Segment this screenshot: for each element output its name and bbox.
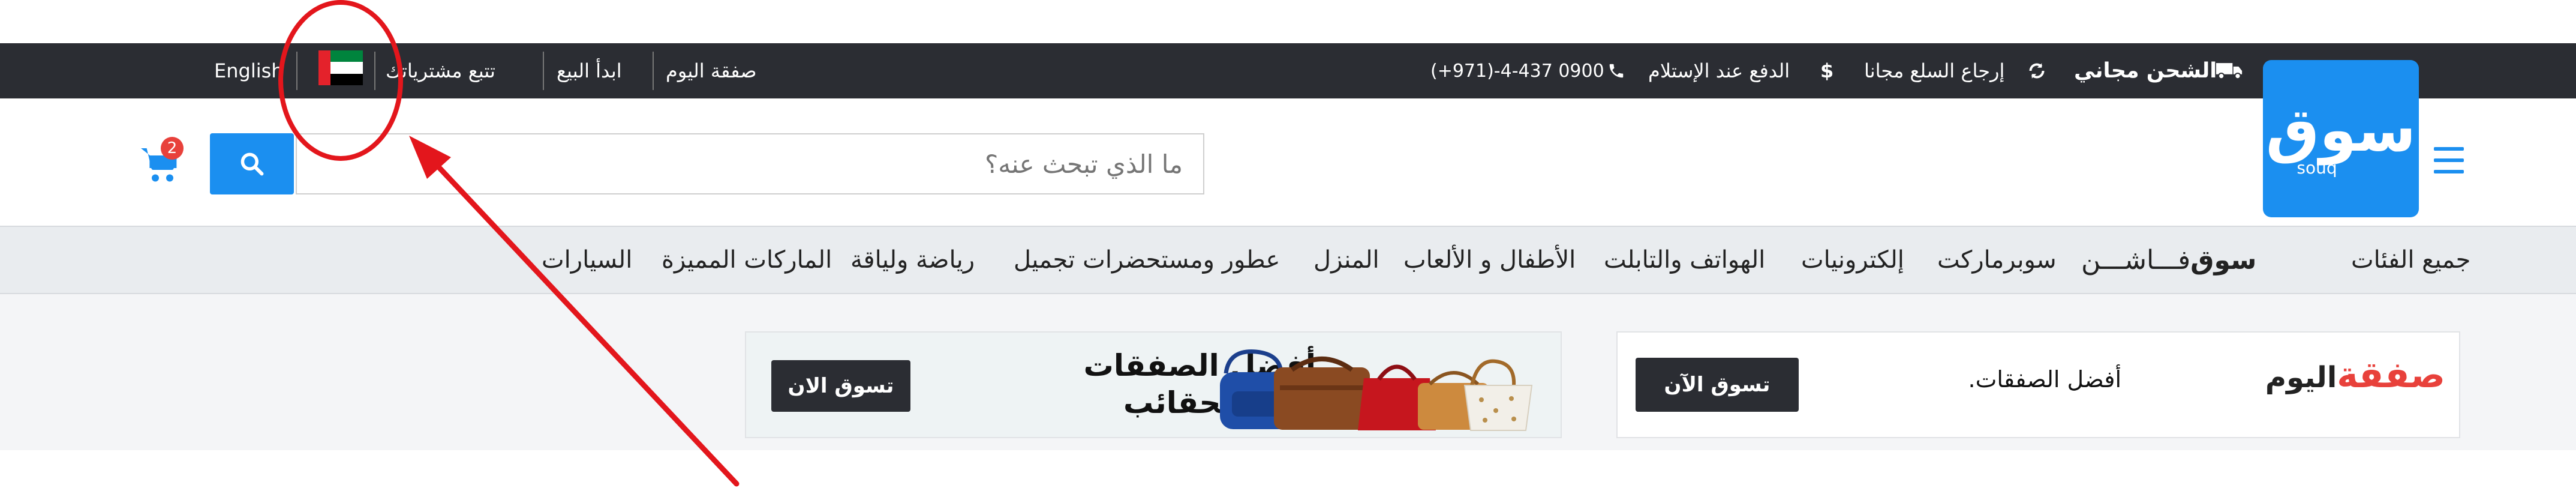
nav-souq-fashion[interactable]: فـــاشـــن سوق: [2081, 227, 2256, 293]
deal-of-day-logo: صفقةاليوم: [2265, 354, 2445, 396]
phone-icon: [1607, 43, 1625, 98]
nav-electronics[interactable]: إلكترونيات: [1801, 227, 1904, 293]
nav-brands[interactable]: الماركات المميزة: [662, 227, 832, 293]
track-orders-link[interactable]: تتبع مشترياتك: [386, 43, 495, 98]
search-input[interactable]: [296, 133, 1204, 194]
deal-text: أفضل الصفقات.: [1968, 366, 2122, 393]
nav-phones[interactable]: الهواتف والتابلت: [1604, 227, 1765, 293]
refresh-icon: [2026, 43, 2048, 98]
uae-flag-icon[interactable]: [318, 50, 363, 85]
nav-cars[interactable]: السيارات: [542, 227, 632, 293]
deal-shop-now-button[interactable]: تسوق الآن: [1636, 358, 1799, 412]
bags-shop-now-button[interactable]: تسوق الان: [771, 360, 910, 412]
top-bar: English تتبع مشترياتك ابدأ البيع صفقة ال…: [0, 43, 2576, 98]
fashion-word: فـــاشـــن: [2081, 244, 2191, 276]
divider: [653, 52, 654, 90]
phone-number: (+971)-4-437 0900: [1430, 60, 1604, 82]
fashion-brand: سوق: [2190, 244, 2257, 276]
dollar-icon: $: [1820, 59, 1834, 82]
free-returns-text: إرجاع السلع مجانا: [1864, 59, 2005, 82]
logo-latin: souq: [2297, 157, 2337, 178]
truck-icon: [2216, 43, 2244, 98]
language-link[interactable]: English: [214, 43, 284, 98]
cash-on-delivery-text: الدفع عند الإستلام: [1648, 59, 1790, 82]
deal-of-day-banner[interactable]: تسوق الآن أفضل الصفقات. صفقةاليوم: [1616, 331, 2460, 438]
logo-arabic: سوق: [2265, 94, 2416, 165]
bags-image: [1220, 349, 1533, 431]
divider: [374, 52, 375, 90]
cart-count-badge: 2: [161, 137, 184, 160]
nav-sports[interactable]: رياضة ولياقة: [850, 227, 975, 293]
bags-banner[interactable]: تسوق الان أفضل الصفقات على الحقائب: [745, 331, 1562, 438]
souq-logo[interactable]: سوق souq: [2263, 60, 2419, 217]
search-button[interactable]: [210, 133, 294, 194]
divider: [543, 52, 544, 90]
search-icon: [241, 152, 264, 176]
nav-home[interactable]: المنزل: [1313, 227, 1379, 293]
nav-all-categories[interactable]: جميع الفئات: [2351, 227, 2470, 293]
free-shipping-text: الشحن مجاني: [2074, 59, 2217, 83]
divider: [296, 52, 297, 90]
menu-icon[interactable]: [2434, 147, 2464, 173]
nav-beauty[interactable]: عطور ومستحضرات تجميل: [1014, 227, 1280, 293]
start-selling-link[interactable]: ابدأ البيع: [557, 43, 622, 98]
deal-today-link[interactable]: صفقة اليوم: [666, 43, 757, 98]
category-nav: جميع الفئات فـــاشـــن سوق سوبرماركت إلك…: [0, 226, 2576, 294]
nav-supermarket[interactable]: سوبرماركت: [1937, 227, 2057, 293]
nav-kids[interactable]: الأطفال و الألعاب: [1403, 227, 1576, 293]
